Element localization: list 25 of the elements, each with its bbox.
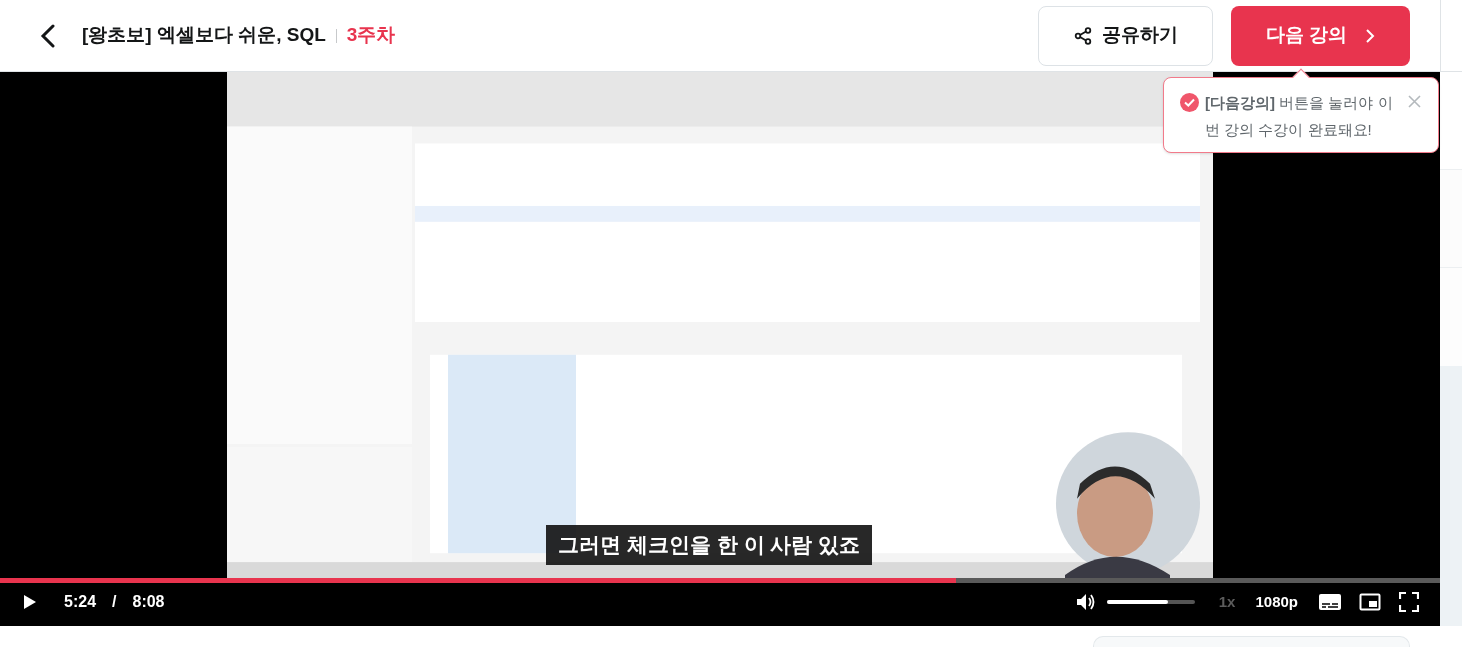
current-time: 5:24 <box>64 592 97 612</box>
fullscreen-icon <box>1399 592 1419 612</box>
speaker-icon <box>1075 593 1096 611</box>
volume-slider[interactable] <box>1106 600 1195 604</box>
next-lecture-button[interactable]: 다음 강의 <box>1231 5 1410 66</box>
subtitles-icon <box>1318 593 1342 611</box>
play-icon <box>23 594 37 610</box>
share-button[interactable]: 공유하기 <box>1038 5 1213 66</box>
fullscreen-button[interactable] <box>1398 592 1420 612</box>
week-label: 3주차 <box>346 23 396 48</box>
check-circle-icon <box>1180 93 1199 112</box>
back-icon <box>40 23 56 48</box>
duration: 8:08 <box>132 592 165 612</box>
course-title: [왕초보] 엑셀보다 쉬운, SQL <box>82 23 326 48</box>
subtitles-button[interactable] <box>1318 592 1342 612</box>
progress-track[interactable] <box>0 578 1440 583</box>
picture-in-picture-button[interactable] <box>1358 592 1382 612</box>
quality-button[interactable]: 1080p <box>1255 590 1298 614</box>
picture-in-picture-icon <box>1359 593 1381 611</box>
share-icon <box>1073 26 1092 45</box>
time-separator: / <box>112 592 117 612</box>
tooltip-message: [다음강의] 버튼을 눌러야 이번 강의 수강이 완료돼요! <box>1205 93 1394 140</box>
close-icon <box>1407 94 1421 108</box>
chevron-right-icon <box>1365 27 1376 44</box>
subtitle-caption: 그러면 체크인을 한 이 사람 있죠 <box>546 525 873 565</box>
